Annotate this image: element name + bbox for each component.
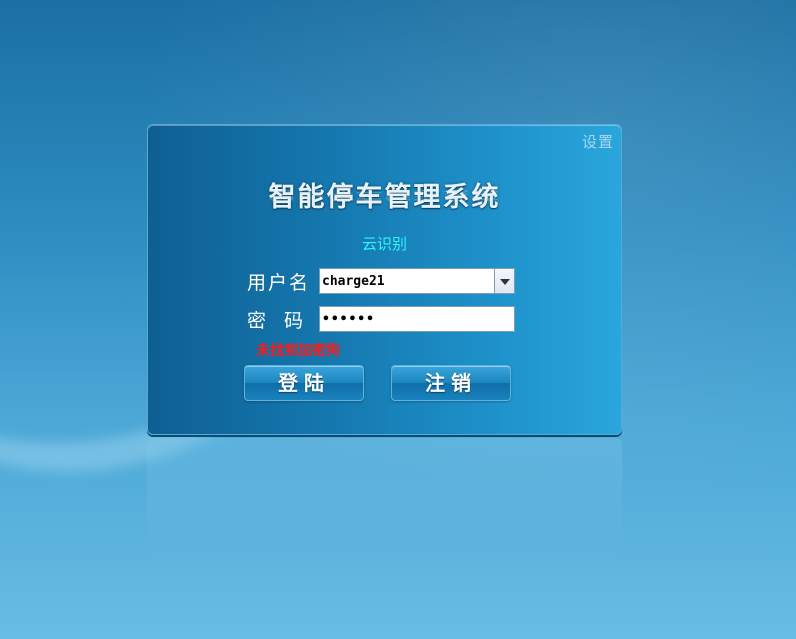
username-dropdown-button[interactable]	[495, 268, 515, 294]
cloud-recognition-label: 云识别	[361, 235, 407, 253]
login-button[interactable]: 登陆	[244, 365, 364, 401]
logout-button[interactable]: 注销	[391, 365, 511, 401]
password-label: 密码	[247, 310, 322, 332]
chevron-down-icon	[500, 279, 510, 285]
login-panel: 设置 智能停车管理系统 智能停车管理系统 云识别 用户名 密码 未找到加密狗 登…	[147, 124, 622, 435]
dongle-error-message: 未找到加密狗	[256, 343, 340, 359]
app-title: 智能停车管理系统	[268, 182, 501, 213]
username-label: 用户名	[247, 272, 311, 294]
password-input[interactable]	[319, 306, 515, 332]
panel-reflection	[147, 438, 622, 558]
settings-link[interactable]: 设置	[582, 131, 614, 152]
username-combobox[interactable]	[319, 268, 515, 294]
username-input[interactable]	[319, 268, 495, 294]
